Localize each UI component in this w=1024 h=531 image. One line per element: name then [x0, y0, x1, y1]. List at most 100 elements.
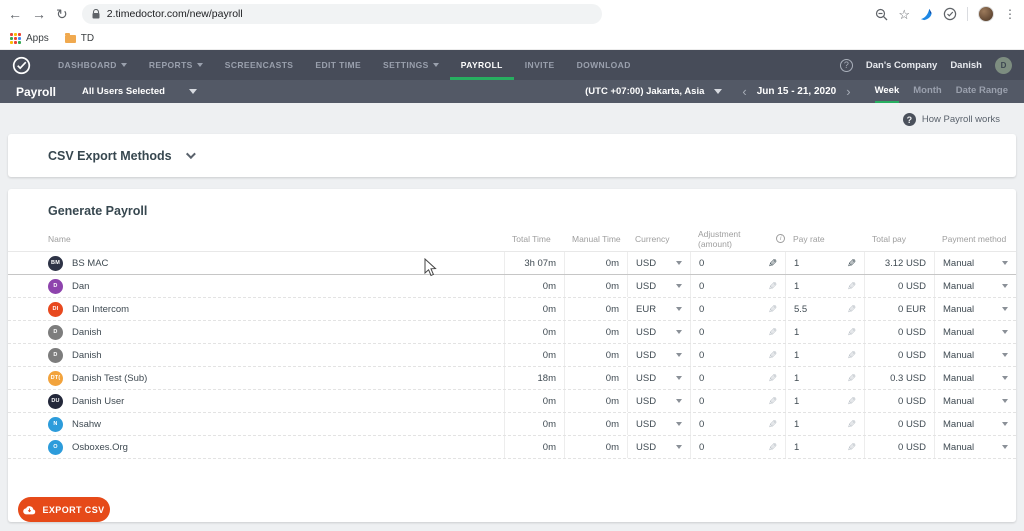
nav-item-reports[interactable]: REPORTS [138, 50, 214, 80]
currency-select[interactable]: USD [627, 367, 690, 389]
user-name: Dan [72, 281, 89, 292]
payment-method-select[interactable]: Manual [934, 436, 1016, 458]
tab-month[interactable]: Month [913, 80, 942, 103]
col-adjustment: Adjustment (amount)i [690, 229, 785, 249]
adjustment-cell: 0✎ [690, 367, 785, 389]
browser-menu-icon[interactable]: ⋮ [1004, 8, 1016, 20]
company-name[interactable]: Dan's Company [866, 60, 937, 71]
nav-item-edit-time[interactable]: EDIT TIME [304, 50, 372, 80]
manual-time-cell: 0m [564, 367, 627, 389]
browser-profile-avatar[interactable] [978, 6, 994, 22]
currency-select[interactable]: USD [627, 413, 690, 435]
tab-date-range[interactable]: Date Range [956, 80, 1008, 103]
extension-icon-blue[interactable] [920, 8, 933, 21]
currency-select[interactable]: USD [627, 436, 690, 458]
edit-pay-rate-icon[interactable]: ✎ [847, 441, 856, 454]
edit-pay-rate-icon[interactable]: ✎ [847, 372, 856, 385]
forward-icon[interactable]: → [32, 7, 46, 21]
user-avatar[interactable]: D [995, 57, 1012, 74]
nav-item-settings[interactable]: SETTINGS [372, 50, 450, 80]
user-filter-dropdown[interactable]: All Users Selected [82, 86, 197, 97]
table-row: O Osboxes.Org 0m 0m USD 0✎ 1✎ 0 USD Manu… [8, 436, 1016, 459]
avatar: D [48, 348, 63, 363]
tab-week[interactable]: Week [875, 80, 900, 103]
prev-week-icon[interactable]: ‹ [742, 85, 746, 98]
zoom-icon[interactable] [875, 8, 888, 21]
address-bar[interactable]: 2.timedoctor.com/new/payroll [82, 4, 602, 24]
chevron-down-icon [676, 307, 682, 311]
nav-item-screencasts[interactable]: SCREENCASTS [214, 50, 305, 80]
timedoctor-logo-icon[interactable] [12, 50, 31, 80]
col-name: Name [8, 234, 504, 244]
chevron-down-icon [676, 353, 682, 357]
nav-item-download[interactable]: DOWNLOAD [566, 50, 642, 80]
payment-method-select[interactable]: Manual [934, 275, 1016, 297]
currency-select[interactable]: USD [627, 275, 690, 297]
edit-adjustment-icon[interactable]: ✎ [768, 349, 777, 362]
edit-adjustment-icon[interactable]: ✎ [768, 326, 777, 339]
currency-select[interactable]: USD [627, 344, 690, 366]
pay-rate-cell: 5.5✎ [785, 298, 864, 320]
mouse-cursor [424, 258, 437, 277]
currency-select[interactable]: USD [627, 390, 690, 412]
edit-adjustment-icon[interactable]: ✎ [768, 372, 777, 385]
how-payroll-works-link[interactable]: ? How Payroll works [8, 103, 1016, 134]
chevron-down-icon [676, 376, 682, 380]
currency-select[interactable]: EUR [627, 298, 690, 320]
edit-pay-rate-icon[interactable]: ✎ [847, 326, 856, 339]
timezone-dropdown[interactable]: (UTC +07:00) Jakarta, Asia [585, 80, 722, 103]
edit-adjustment-icon[interactable]: ✎ [768, 280, 777, 293]
edit-pay-rate-icon[interactable]: ✎ [847, 280, 856, 293]
help-icon: ? [903, 113, 916, 126]
extension-icon-clock[interactable] [943, 7, 957, 21]
edit-adjustment-icon[interactable]: ✎ [768, 395, 777, 408]
info-icon[interactable]: i [776, 234, 785, 243]
name-cell: DT( Danish Test (Sub) [8, 367, 504, 389]
currency-select[interactable]: USD [627, 321, 690, 343]
payment-method-select[interactable]: Manual [934, 298, 1016, 320]
payment-method-select[interactable]: Manual [934, 413, 1016, 435]
bookmark-td-folder[interactable]: TD [65, 33, 94, 44]
edit-adjustment-icon[interactable]: ✎ [768, 303, 777, 316]
total-time-cell: 0m [504, 413, 564, 435]
edit-adjustment-icon[interactable]: ✎ [768, 418, 777, 431]
nav-item-invite[interactable]: INVITE [514, 50, 566, 80]
adjustment-cell: 0✎ [690, 390, 785, 412]
currency-select[interactable]: USD [627, 252, 690, 274]
edit-adjustment-icon[interactable]: ✎ [768, 441, 777, 454]
bookmark-apps[interactable]: Apps [10, 33, 49, 44]
payment-method-select[interactable]: Manual [934, 390, 1016, 412]
avatar: BM [48, 256, 63, 271]
csv-export-methods-card[interactable]: CSV Export Methods [8, 134, 1016, 177]
user-name: Danish Test (Sub) [72, 373, 147, 384]
back-icon[interactable]: ← [8, 7, 22, 21]
name-cell: N Nsahw [8, 413, 504, 435]
user-name-label[interactable]: Danish [950, 60, 982, 71]
manual-time-cell: 0m [564, 344, 627, 366]
next-week-icon[interactable]: › [846, 85, 850, 98]
chevron-down-icon [121, 63, 127, 67]
chevron-down-icon [1002, 399, 1008, 403]
chevron-down-icon [1002, 445, 1008, 449]
edit-pay-rate-icon[interactable]: ✎ [847, 418, 856, 431]
adjustment-cell: 0✎ [690, 275, 785, 297]
total-pay-cell: 0 USD [864, 413, 934, 435]
edit-pay-rate-icon[interactable]: ✎ [847, 257, 856, 270]
export-csv-button[interactable]: EXPORT CSV [18, 497, 110, 522]
payment-method-select[interactable]: Manual [934, 344, 1016, 366]
table-row: DI Dan Intercom 0m 0m EUR 0✎ 5.5✎ 0 EUR … [8, 298, 1016, 321]
chevron-down-icon [186, 149, 196, 159]
nav-item-dashboard[interactable]: DASHBOARD [47, 50, 138, 80]
edit-pay-rate-icon[interactable]: ✎ [847, 349, 856, 362]
edit-adjustment-icon[interactable]: ✎ [768, 257, 777, 270]
payment-method-select[interactable]: Manual [934, 367, 1016, 389]
edit-pay-rate-icon[interactable]: ✎ [847, 395, 856, 408]
reload-icon[interactable]: ↻ [56, 7, 68, 21]
payment-method-select[interactable]: Manual [934, 252, 1016, 274]
bookmark-star-icon[interactable]: ☆ [898, 8, 910, 21]
edit-pay-rate-icon[interactable]: ✎ [847, 303, 856, 316]
nav-item-payroll[interactable]: PAYROLL [450, 50, 514, 80]
adjustment-cell: 0✎ [690, 321, 785, 343]
help-icon[interactable]: ? [840, 59, 853, 72]
payment-method-select[interactable]: Manual [934, 321, 1016, 343]
